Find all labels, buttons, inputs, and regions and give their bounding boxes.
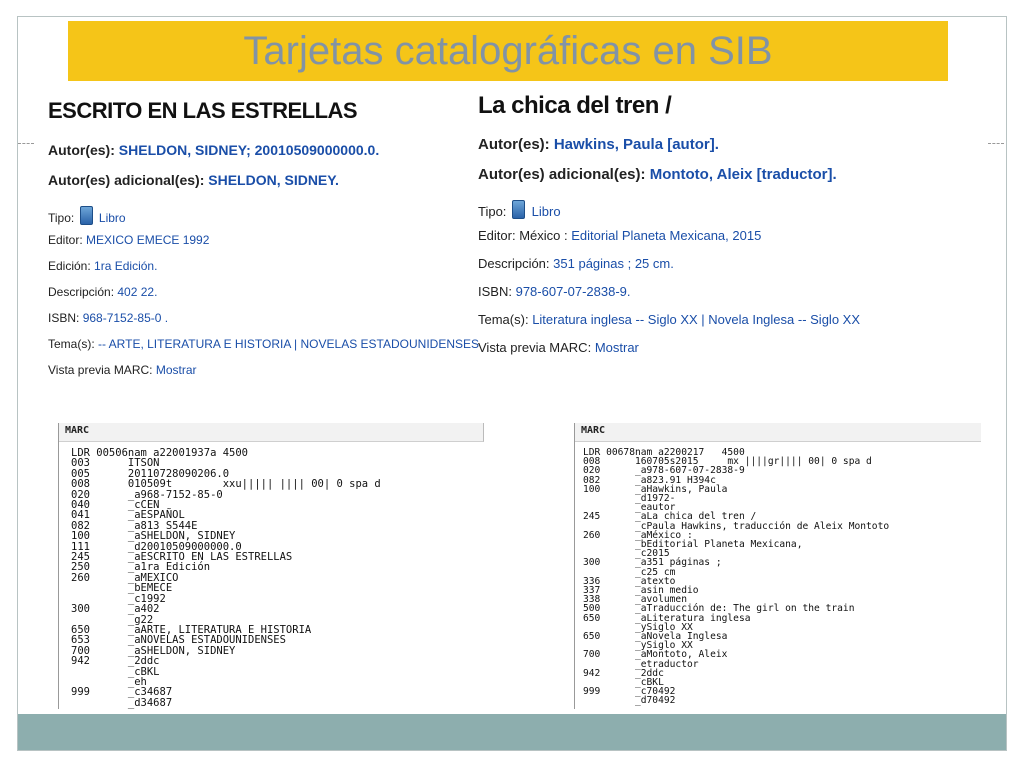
left-record-title: ESCRITO EN LAS ESTRELLAS bbox=[48, 98, 358, 123]
left-temas-link[interactable]: -- ARTE, LITERATURA E HISTORIA | NOVELAS… bbox=[98, 337, 479, 351]
marc-line: _d70492 bbox=[583, 695, 676, 707]
marc-right-header: MARC bbox=[575, 423, 981, 442]
right-autor-row: Autor(es): Hawkins, Paula [autor]. bbox=[478, 136, 719, 153]
marc-right-listing: LDR 00678nam a2200217 4500 008 160705s20… bbox=[575, 442, 981, 706]
right-dash-line bbox=[988, 143, 1004, 144]
left-record-card: ESCRITO EN LAS ESTRELLAS Autor(es): SHEL… bbox=[48, 98, 479, 381]
right-temas-row: Tema(s): Literatura inglesa -- Siglo XX … bbox=[478, 312, 860, 327]
left-vista-row: Vista previa MARC: Mostrar bbox=[48, 363, 197, 377]
right-editor-row: Editor: México : Editorial Planeta Mexic… bbox=[478, 228, 762, 243]
right-isbn-row: ISBN: 978-607-07-2838-9. bbox=[478, 284, 631, 299]
left-autor-link[interactable]: SHELDON, SIDNEY; 20010509000000.0. bbox=[119, 142, 379, 158]
marc-panel-right: MARC LDR 00678nam a2200217 4500 008 1607… bbox=[574, 423, 981, 709]
slide-title-bar: Tarjetas catalográficas en SIB bbox=[68, 21, 948, 81]
right-tipo-row: Tipo: Libro bbox=[478, 200, 978, 222]
slide-title: Tarjetas catalográficas en SIB bbox=[243, 28, 773, 73]
book-icon bbox=[79, 206, 93, 225]
marc-left-header: MARC bbox=[59, 423, 484, 442]
marc-line: _d34687 bbox=[71, 696, 173, 709]
right-mostrar-link[interactable]: Mostrar bbox=[595, 340, 639, 355]
left-temas-row: Tema(s): -- ARTE, LITERATURA E HISTORIA … bbox=[48, 337, 479, 351]
book-icon bbox=[512, 200, 526, 219]
left-autor-row: Autor(es): SHELDON, SIDNEY; 200105090000… bbox=[48, 142, 380, 158]
marc-panel-left: MARC LDR 00506nam a22001937a 4500 003 IT… bbox=[58, 423, 551, 709]
left-tipo-row: Tipo: Libro bbox=[48, 206, 468, 226]
left-dash-line bbox=[18, 143, 34, 144]
left-editor-link[interactable]: MEXICO EMECE 1992 bbox=[86, 233, 209, 247]
footer-band bbox=[18, 714, 1006, 750]
left-isbn-row: ISBN: 968-7152-85-0 . bbox=[48, 311, 169, 325]
right-record-card: La chica del tren / Autor(es): Hawkins, … bbox=[478, 92, 978, 362]
left-autor-adicional-row: Autor(es) adicional(es): SHELDON, SIDNEY… bbox=[48, 172, 339, 188]
right-descripcion-row: Descripción: 351 páginas ; 25 cm. bbox=[478, 256, 674, 271]
right-editor-link[interactable]: Editorial Planeta Mexicana, 2015 bbox=[571, 228, 761, 243]
right-autor-adicional-row: Autor(es) adicional(es): Montoto, Aleix … bbox=[478, 166, 837, 183]
right-autor-link[interactable]: Hawkins, Paula [autor]. bbox=[554, 136, 719, 153]
right-vista-row: Vista previa MARC: Mostrar bbox=[478, 340, 639, 355]
left-edicion-row: Edición: 1ra Edición. bbox=[48, 259, 158, 273]
right-record-title: La chica del tren / bbox=[478, 92, 672, 119]
right-autor-adicional-link[interactable]: Montoto, Aleix [traductor]. bbox=[650, 166, 837, 183]
left-autor-adicional-link[interactable]: SHELDON, SIDNEY. bbox=[208, 172, 339, 188]
right-temas-link[interactable]: Literatura inglesa -- Siglo XX | Novela … bbox=[532, 312, 860, 327]
left-editor-row: Editor: MEXICO EMECE 1992 bbox=[48, 233, 210, 247]
left-mostrar-link[interactable]: Mostrar bbox=[156, 363, 197, 377]
marc-left-listing: LDR 00506nam a22001937a 4500 003 ITSON 0… bbox=[59, 442, 551, 708]
left-descripcion-row: Descripción: 402 22. bbox=[48, 285, 158, 299]
